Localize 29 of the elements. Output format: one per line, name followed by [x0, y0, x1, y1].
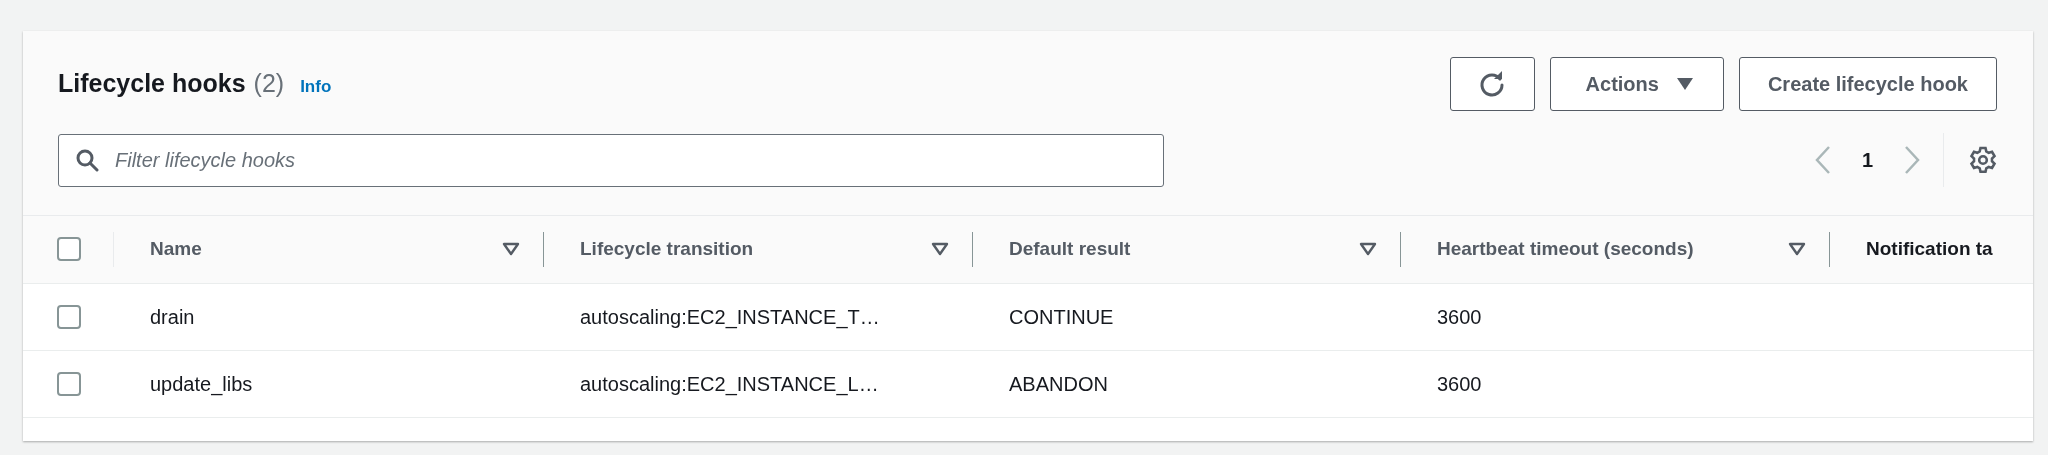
table-cell: drain	[150, 305, 195, 328]
sort-icon[interactable]	[931, 242, 949, 257]
table-cell: ABANDON	[1009, 372, 1108, 395]
table-cell: autoscaling:EC2_INSTANCE_T…	[580, 305, 880, 328]
sort-icon[interactable]	[502, 242, 520, 257]
actions-button[interactable]: Actions	[1549, 57, 1724, 111]
column-header[interactable]: Default result	[1009, 235, 1131, 264]
checkbox[interactable]	[57, 371, 81, 396]
table-cell: autoscaling:EC2_INSTANCE_L…	[580, 372, 879, 395]
refresh-button[interactable]	[1449, 57, 1535, 111]
item-count: (2)	[253, 68, 285, 100]
checkbox[interactable]	[57, 237, 81, 262]
sort-icon[interactable]	[1359, 242, 1377, 257]
table-cell: 3600	[1437, 305, 1482, 328]
info-link[interactable]: Info	[300, 74, 332, 100]
table-cell: CONTINUE	[1009, 305, 1114, 328]
create-button[interactable]: Create lifecycle hook	[1738, 57, 1997, 111]
settings-icon[interactable]	[1969, 146, 1997, 174]
table-cell: update_libs	[150, 372, 253, 395]
page-number[interactable]: 1	[1861, 145, 1873, 175]
filter-field[interactable]: Filter lifecycle hooks	[58, 133, 1164, 187]
column-header[interactable]: Lifecycle transition	[580, 235, 754, 264]
panel-title: Lifecycle hooks	[58, 68, 246, 100]
checkbox[interactable]	[57, 304, 81, 329]
column-header[interactable]: Name	[150, 235, 202, 264]
sort-icon[interactable]	[1788, 242, 1806, 257]
table-cell: 3600	[1437, 372, 1482, 395]
search-icon	[75, 147, 99, 172]
caret-icon	[1676, 78, 1693, 90]
